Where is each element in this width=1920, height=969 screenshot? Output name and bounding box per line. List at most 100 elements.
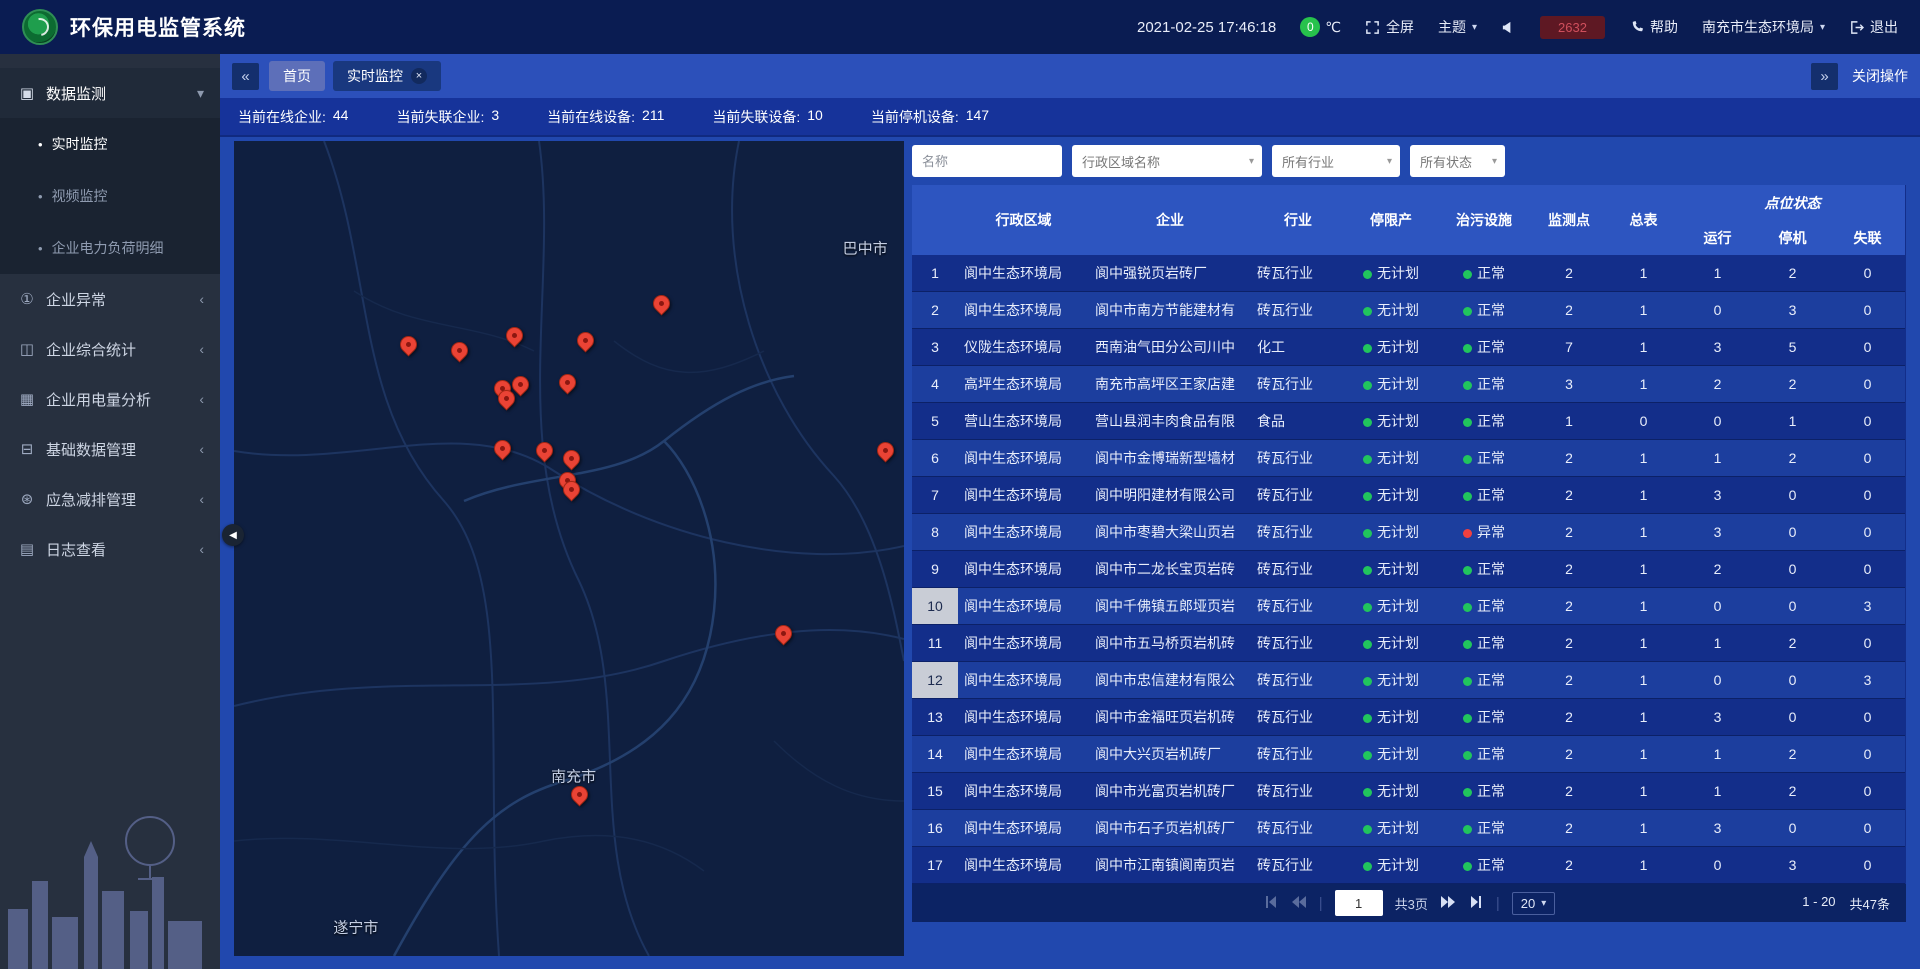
last-page-button[interactable] xyxy=(1468,894,1484,913)
sidebar-subitem[interactable]: •企业电力负荷明细 xyxy=(0,222,220,274)
map-marker-icon[interactable] xyxy=(571,786,589,810)
map-marker-icon[interactable] xyxy=(563,481,581,505)
first-page-button[interactable] xyxy=(1263,894,1279,913)
page-number-input[interactable] xyxy=(1335,890,1383,916)
table-row[interactable]: 14阆中生态环境局阆中大兴页岩机砖厂砖瓦行业无计划正常21120 xyxy=(912,736,1905,773)
page-size-select[interactable]: 20 ▾ xyxy=(1512,892,1556,915)
map-marker-icon[interactable] xyxy=(653,295,671,319)
pagination-range-label: 1 - 20 xyxy=(1802,894,1835,913)
table-row[interactable]: 5营山生态环境局营山县润丰肉食品有限食品无计划正常10010 xyxy=(912,403,1905,440)
cell-treatment: 正常 xyxy=(1437,736,1531,773)
cell-running: 1 xyxy=(1680,440,1755,477)
table-row[interactable]: 1阆中生态环境局阆中强锐页岩砖厂砖瓦行业无计划正常21120 xyxy=(912,255,1905,292)
table-row[interactable]: 13阆中生态环境局阆中市金福旺页岩机砖砖瓦行业无计划正常21300 xyxy=(912,699,1905,736)
sidebar-item-log-view[interactable]: ▤日志查看‹ xyxy=(0,524,220,574)
sidebar-subitem[interactable]: •视频监控 xyxy=(0,170,220,222)
cell-stop-production: 无计划 xyxy=(1345,329,1437,366)
table-row[interactable]: 9阆中生态环境局阆中市二龙长宝页岩砖砖瓦行业无计划正常21200 xyxy=(912,551,1905,588)
cell-monitor-points: 2 xyxy=(1531,255,1607,292)
table-row[interactable]: 2阆中生态环境局阆中市南方节能建材有砖瓦行业无计划正常21030 xyxy=(912,292,1905,329)
sidebar-subitem[interactable]: •实时监控 xyxy=(0,118,220,170)
table-row[interactable]: 6阆中生态环境局阆中市金博瑞新型墙材砖瓦行业无计划正常21120 xyxy=(912,440,1905,477)
sidebar-item-base-data-management[interactable]: ⊟基础数据管理‹ xyxy=(0,424,220,474)
sidebar-item-emergency-reduction[interactable]: ⊛应急减排管理‹ xyxy=(0,474,220,524)
map-marker-icon[interactable] xyxy=(775,625,793,649)
table-row[interactable]: 16阆中生态环境局阆中市石子页岩机砖厂砖瓦行业无计划正常21300 xyxy=(912,810,1905,847)
row-number: 14 xyxy=(912,736,958,773)
table-row[interactable]: 4高坪生态环境局南充市高坪区王家店建砖瓦行业无计划正常31220 xyxy=(912,366,1905,403)
org-dropdown[interactable]: 南充市生态环境局 ▾ xyxy=(1702,17,1825,37)
map-marker-icon[interactable] xyxy=(506,327,524,351)
logout-button[interactable]: 退出 xyxy=(1849,17,1898,37)
map-roads-decoration xyxy=(234,141,904,956)
map-marker-icon[interactable] xyxy=(877,442,895,466)
table-row[interactable]: 3仪陇生态环境局西南油气田分公司川中化工无计划正常71350 xyxy=(912,329,1905,366)
cell-region: 阆中生态环境局 xyxy=(958,810,1089,847)
tab-realtime-monitor[interactable]: 实时监控 × xyxy=(333,61,441,91)
sidebar-item-enterprise-abnormal[interactable]: ①企业异常‹ xyxy=(0,274,220,324)
cell-running: 1 xyxy=(1680,625,1755,662)
cell-treatment: 正常 xyxy=(1437,662,1531,699)
map-marker-icon[interactable] xyxy=(494,440,512,464)
treatment-label: 正常 xyxy=(1477,672,1505,688)
tabs-scroll-left-button[interactable]: « xyxy=(232,63,259,90)
fullscreen-button[interactable]: 全屏 xyxy=(1365,17,1414,37)
theme-dropdown[interactable]: 主题 ▾ xyxy=(1438,17,1477,37)
table-row[interactable]: 12阆中生态环境局阆中市忠信建材有限公砖瓦行业无计划正常21003 xyxy=(912,662,1905,699)
map-collapse-handle[interactable]: ◀ xyxy=(222,524,244,546)
sidebar-item-enterprise-statistics[interactable]: ◫企业综合统计‹ xyxy=(0,324,220,374)
table-row[interactable]: 10阆中生态环境局阆中千佛镇五郎垭页岩砖瓦行业无计划正常21003 xyxy=(912,588,1905,625)
row-number: 11 xyxy=(912,625,958,662)
table-row[interactable]: 11阆中生态环境局阆中市五马桥页岩机砖砖瓦行业无计划正常21120 xyxy=(912,625,1905,662)
cell-stopped: 0 xyxy=(1755,551,1830,588)
map-marker-icon[interactable] xyxy=(451,342,469,366)
alarm-count-badge[interactable]: 2632 xyxy=(1540,16,1605,39)
close-operations-button[interactable]: 关闭操作 xyxy=(1852,66,1908,86)
map-marker-icon[interactable] xyxy=(400,336,418,360)
cell-region: 阆中生态环境局 xyxy=(958,847,1089,884)
cell-stop-production: 无计划 xyxy=(1345,736,1437,773)
sidebar-subitem-label: 企业电力负荷明细 xyxy=(52,238,164,258)
previous-page-button[interactable] xyxy=(1291,894,1307,913)
cell-offline: 0 xyxy=(1830,477,1905,514)
map-panel[interactable]: 巴中市南充市遂宁市 xyxy=(234,141,904,956)
map-marker-icon[interactable] xyxy=(577,332,595,356)
table-row[interactable]: 8阆中生态环境局阆中市枣碧大梁山页岩砖瓦行业无计划异常21300 xyxy=(912,514,1905,551)
table-row[interactable]: 7阆中生态环境局阆中明阳建材有限公司砖瓦行业无计划正常21300 xyxy=(912,477,1905,514)
sidebar-item-power-usage-analysis[interactable]: ▦企业用电量分析‹ xyxy=(0,374,220,424)
sidebar-item-data-monitor[interactable]: ▣数据监测▾ xyxy=(0,68,220,118)
temperature-badge: 0 xyxy=(1300,17,1320,37)
close-icon[interactable]: × xyxy=(411,68,427,84)
treatment-label: 异常 xyxy=(1477,524,1505,540)
pin-shape xyxy=(559,446,583,470)
stat-label: 当前在线设备: xyxy=(547,107,635,127)
sidebar-item-label: 企业综合统计 xyxy=(46,339,199,360)
table-row[interactable]: 15阆中生态环境局阆中市光富页岩机砖厂砖瓦行业无计划正常21120 xyxy=(912,773,1905,810)
stat-value: 10 xyxy=(807,107,823,127)
name-filter-input[interactable] xyxy=(912,145,1062,177)
pager-divider: | xyxy=(1496,895,1500,912)
tab-home[interactable]: 首页 xyxy=(269,61,325,91)
cell-treatment: 正常 xyxy=(1437,810,1531,847)
column-header-meters: 总表 xyxy=(1607,185,1680,255)
help-button[interactable]: 帮助 xyxy=(1629,17,1678,37)
map-marker-icon[interactable] xyxy=(498,390,516,414)
column-header-industry: 行业 xyxy=(1251,185,1345,255)
announcement-button[interactable] xyxy=(1501,20,1516,35)
map-marker-icon[interactable] xyxy=(563,450,581,474)
next-page-button[interactable] xyxy=(1440,894,1456,913)
cell-monitor-points: 2 xyxy=(1531,440,1607,477)
tabs-scroll-right-button[interactable]: » xyxy=(1811,63,1838,90)
map-marker-icon[interactable] xyxy=(559,374,577,398)
map-marker-icon[interactable] xyxy=(536,442,554,466)
table-row[interactable]: 17阆中生态环境局阆中市江南镇阆南页岩砖瓦行业无计划正常21030 xyxy=(912,847,1905,884)
cell-region: 阆中生态环境局 xyxy=(958,477,1089,514)
status-filter-select[interactable]: 所有状态▾ xyxy=(1410,145,1505,177)
cell-company: 西南油气田分公司川中 xyxy=(1089,329,1251,366)
bullet-icon: • xyxy=(38,189,43,204)
industry-filter-select[interactable]: 所有行业▾ xyxy=(1272,145,1400,177)
tab-label: 实时监控 xyxy=(347,66,403,86)
cell-offline: 0 xyxy=(1830,255,1905,292)
region-filter-select[interactable]: 行政区域名称▾ xyxy=(1072,145,1262,177)
cell-meters: 1 xyxy=(1607,736,1680,773)
